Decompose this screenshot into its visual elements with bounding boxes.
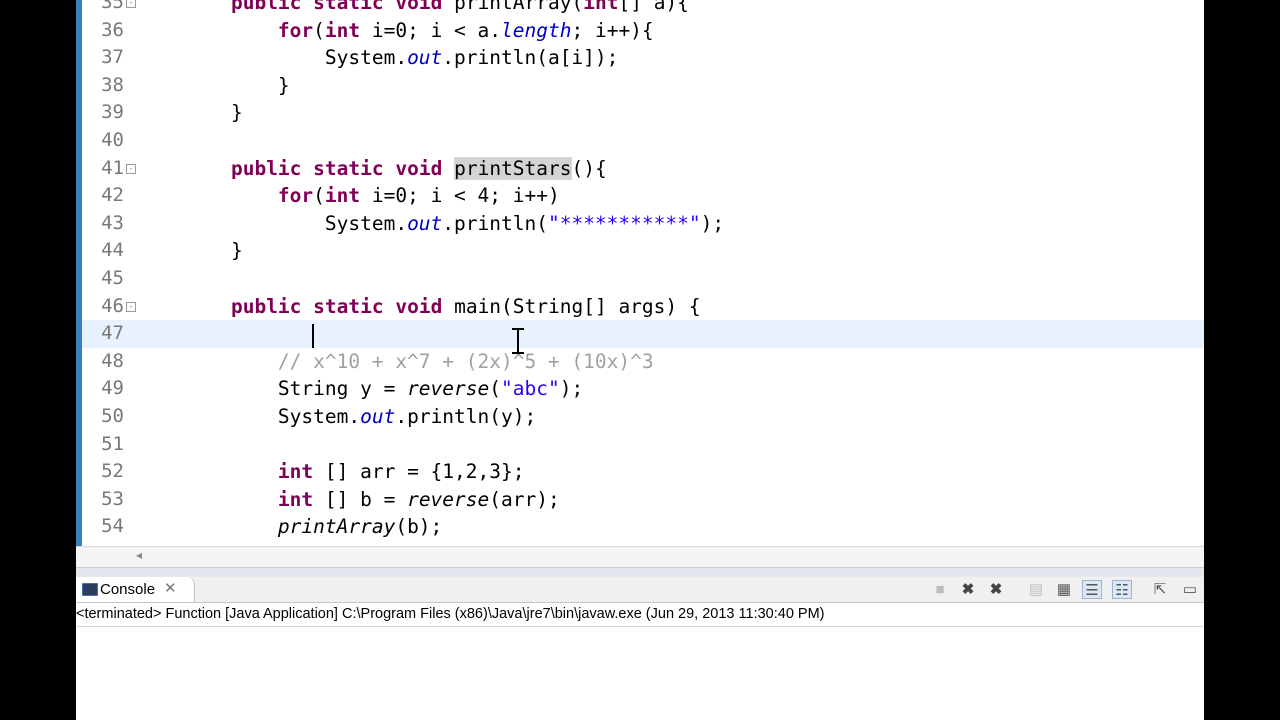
text-caret [312, 324, 314, 348]
code-text: } [184, 101, 243, 125]
code-text: for(int i=0; i < 4; i++) [277, 184, 560, 208]
code-text: public static void printArray(int[] a){ [230, 0, 689, 14]
code-line[interactable]: 47 [82, 320, 1204, 348]
line-number: 50 [101, 405, 124, 427]
code-text: // x^10 + x^7 + (2x)^5 + (10x)^3 [277, 349, 654, 373]
code-text: System.out.println(a[i]); [184, 46, 619, 70]
line-number: 36 [101, 18, 124, 41]
scroll-left-icon[interactable]: ◂ [136, 548, 142, 562]
code-line[interactable]: 37 System.out.println(a[i]); [82, 44, 1204, 72]
line-number: 42 [101, 184, 124, 207]
close-icon[interactable]: ✕ [164, 579, 177, 597]
remove-all-terminated-icon[interactable]: ✖ [986, 580, 1006, 599]
code-line[interactable]: 54 printArray(b); [82, 513, 1204, 541]
editor-horizontal-scrollbar[interactable]: ◂ [76, 546, 1204, 567]
code-line[interactable]: 42 for(int i=0; i < 4; i++) [82, 182, 1204, 210]
line-number: 52 [101, 460, 124, 483]
pin-console-icon[interactable]: ⇱ [1150, 580, 1170, 599]
scroll-lock-icon[interactable]: ▦ [1054, 580, 1074, 599]
line-number: 38 [101, 73, 124, 96]
code-line[interactable]: 52 int [] arr = {1,2,3}; [82, 458, 1204, 486]
code-text: String y = reverse("abc"); [184, 377, 584, 401]
line-number: 53 [101, 487, 124, 510]
right-frame-border [1204, 0, 1280, 720]
console-output-area[interactable] [76, 627, 1204, 720]
code-line[interactable]: 45 [82, 265, 1204, 293]
ibeam-cursor-icon [512, 328, 524, 354]
fold-collapse-icon[interactable]: - [126, 301, 136, 312]
fold-collapse-icon[interactable]: - [126, 163, 136, 174]
code-line[interactable]: 41- public static void printStars(){ [82, 155, 1204, 183]
code-line[interactable]: 40 [82, 127, 1204, 155]
code-text: public static void main(String[] args) { [230, 294, 701, 318]
line-number: 37 [101, 46, 124, 69]
code-text: System.out.println(y); [184, 405, 537, 428]
left-frame-border [0, 0, 76, 720]
line-number: 54 [101, 515, 124, 538]
code-line[interactable]: 49 String y = reverse("abc"); [82, 375, 1204, 403]
code-text: printArray(b); [277, 515, 443, 539]
java-code-editor[interactable]: 35- public static void printArray(int[] … [76, 0, 1204, 546]
clear-console-icon[interactable]: ▤ [1026, 580, 1046, 599]
code-text: for(int i=0; i < a.length; i++){ [277, 18, 654, 42]
line-number: 40 [101, 129, 124, 151]
open-console-icon[interactable]: ▭ [1180, 580, 1200, 599]
line-number: 48 [101, 349, 124, 372]
code-text: System.out.println("***********"); [184, 211, 725, 235]
fold-collapse-icon[interactable]: - [126, 0, 136, 8]
code-line[interactable]: 36 for(int i=0; i < a.length; i++){ [82, 17, 1204, 45]
line-number: 44 [101, 239, 124, 262]
code-line[interactable]: 35- public static void printArray(int[] … [82, 0, 1204, 17]
code-text: public static void printStars(){ [230, 156, 607, 180]
console-view-toolbar: Console ✕ ■ ✖ ✖ ▤ ▦ ☰ ☷ ⇱ ▭ [76, 577, 1204, 603]
code-line[interactable]: 51 [82, 431, 1204, 459]
terminate-icon[interactable]: ■ [930, 580, 950, 599]
line-number: 46 [101, 294, 124, 317]
remove-launch-icon[interactable]: ✖ [958, 580, 978, 599]
line-number: 49 [101, 377, 124, 400]
code-line[interactable]: 46- public static void main(String[] arg… [82, 293, 1204, 321]
code-line[interactable]: 38 } [82, 72, 1204, 100]
code-line[interactable]: 43 System.out.println("***********"); [82, 210, 1204, 238]
line-number: 51 [101, 432, 124, 455]
code-text: } [184, 73, 290, 97]
line-number: 47 [101, 322, 124, 345]
code-line[interactable]: 50 System.out.println(y); [82, 403, 1204, 431]
code-line[interactable]: 39 } [82, 99, 1204, 127]
code-text: int [] arr = {1,2,3}; [277, 460, 525, 484]
line-number: 45 [101, 267, 124, 289]
console-tab-label: Console [100, 581, 156, 598]
code-text: } [184, 239, 243, 263]
show-console-on-output-icon[interactable]: ☰ [1082, 580, 1102, 599]
tab-console[interactable]: Console ✕ [76, 577, 195, 602]
console-icon [82, 583, 98, 596]
line-number: 35 [101, 0, 124, 13]
console-process-status: <terminated> Function [Java Application]… [76, 604, 1204, 627]
line-number: 41 [101, 156, 124, 179]
code-line[interactable]: 53 int [] b = reverse(arr); [82, 486, 1204, 514]
line-number: 39 [101, 101, 124, 124]
line-number: 43 [101, 211, 124, 234]
code-line[interactable]: 48 // x^10 + x^7 + (2x)^5 + (10x)^3 [82, 348, 1204, 376]
code-text: int [] b = reverse(arr); [277, 487, 560, 511]
code-line[interactable]: 44 } [82, 237, 1204, 265]
console-status-text: <terminated> Function [Java Application]… [76, 606, 825, 622]
show-console-on-error-icon[interactable]: ☷ [1112, 580, 1132, 599]
